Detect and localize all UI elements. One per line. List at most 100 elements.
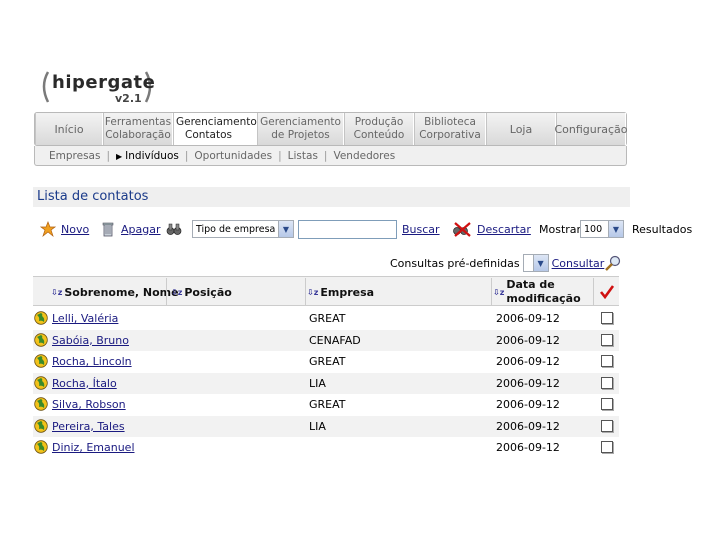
search-input-wrap [298, 218, 397, 240]
tab-label: Gerenciamento [176, 116, 257, 128]
row-checkbox[interactable] [601, 419, 613, 432]
contact-company: LIA [309, 419, 326, 433]
contact-name-link[interactable]: Rocha, Lincoln [52, 355, 132, 368]
tab-label-2: Colaboração [105, 129, 171, 141]
tab-label: Produção [354, 116, 404, 128]
contact-modified-date: 2006-09-12 [496, 441, 560, 454]
col-header-company[interactable]: ⇩z Empresa [307, 277, 374, 307]
sort-icon: ⇩z [307, 287, 319, 297]
predefined-select[interactable]: ▼ [522, 254, 549, 272]
trash-icon [102, 222, 114, 237]
select-value: Tipo de empresa [196, 223, 276, 235]
contact-company: GREAT [309, 398, 346, 411]
row-checkbox[interactable] [601, 376, 613, 389]
subnav-individuos[interactable]: ▶ Indivíduos [110, 150, 185, 162]
type-select-wrap: Tipo de empresa ▼ [192, 218, 294, 240]
consult-link[interactable]: Consultar [552, 257, 605, 270]
col-label-wrap: Data de modificação [506, 278, 580, 306]
page-title: Lista de contatos [37, 189, 149, 204]
contact-modified-date: 2006-09-12 [496, 333, 560, 347]
col-label: Empresa [320, 285, 375, 299]
new-star-icon [40, 221, 56, 237]
predefined-label: Consultas pré-definidas [390, 256, 520, 270]
toolbar: Novo Apagar Tipo de empresa ▼ Buscar Des… [40, 218, 700, 240]
contact-name-link[interactable]: Rocha, Ítalo [52, 377, 117, 390]
new-button[interactable]: Novo [40, 218, 89, 240]
col-label-2: modificação [506, 292, 581, 305]
tab-gerenciamento-contatos[interactable]: Gerenciamento Contatos [173, 113, 257, 145]
subnav-empresas[interactable]: Empresas [43, 150, 106, 162]
row-checkbox[interactable] [601, 441, 613, 453]
contact-name-link[interactable]: Diniz, Emanuel [52, 441, 135, 454]
tab-configuracao[interactable]: Configuração [554, 113, 628, 145]
col-divider [593, 278, 594, 305]
col-divider [166, 278, 167, 305]
delete-link[interactable]: Apagar [121, 223, 161, 236]
discard-link[interactable]: Descartar [477, 223, 531, 236]
search-input[interactable] [298, 219, 397, 239]
tab-label: Início [54, 122, 84, 136]
page: { "logo": {"name": "hipergate", "version… [0, 0, 720, 540]
contact-company: LIA [309, 376, 326, 390]
globe-icon [34, 375, 48, 390]
contact-company: CENAFAD [309, 333, 361, 347]
show-label: Mostrar [539, 222, 582, 236]
page-title-bar: Lista de contatos [33, 187, 630, 207]
subnav-oportunidades[interactable]: Oportunidades [188, 150, 278, 162]
row-checkbox[interactable] [601, 312, 613, 324]
delete-button[interactable]: Apagar [100, 218, 161, 240]
col-header-name[interactable]: ⇩z Sobrenome, Nome [51, 277, 179, 307]
contact-name-link[interactable]: Sabóia, Bruno [52, 334, 129, 347]
sort-icon: ⇩z [171, 287, 183, 297]
row-checkbox[interactable] [601, 355, 613, 367]
subnav-vendedores[interactable]: Vendedores [327, 150, 401, 162]
globe-icon [34, 311, 48, 325]
check-all-icon[interactable] [599, 285, 615, 299]
contact-name-link[interactable]: Silva, Robson [52, 398, 126, 411]
search-button[interactable]: Buscar [402, 218, 440, 240]
sort-icon: ⇩z [493, 287, 505, 297]
discard-button[interactable]: Descartar [452, 218, 531, 240]
tab-loja[interactable]: Loja [486, 113, 556, 145]
col-label: Posição [184, 285, 232, 299]
tab-label: Loja [509, 122, 533, 136]
contact-company: GREAT [309, 355, 346, 368]
col-header-position[interactable]: ⇩z Posição [171, 277, 232, 307]
triangle-right-icon: ▶ [116, 151, 123, 161]
tab-biblioteca-corporativa[interactable]: Biblioteca Corporativa [414, 113, 486, 145]
show-label-wrap: Mostrar [539, 218, 581, 240]
row-checkbox[interactable] [601, 333, 613, 346]
results-count-select[interactable]: 100 ▼ [580, 220, 624, 238]
globe-icon [34, 354, 48, 368]
tab-ferramentas-colaboracao[interactable]: Ferramentas Colaboração [103, 113, 173, 145]
row-checkbox[interactable] [601, 398, 613, 410]
tab-label-2: Conteúdo [353, 129, 405, 141]
globe-icon [34, 418, 48, 433]
globe-icon [34, 332, 48, 347]
table-row: Silva, Robson GREAT 2006-09-12 [33, 394, 619, 415]
tab-label: Ferramentas [104, 116, 172, 128]
col-label: Data de [506, 278, 555, 291]
tab-label-2: Corporativa [419, 129, 481, 141]
contact-modified-date: 2006-09-12 [496, 312, 560, 325]
results-label: Resultados [632, 222, 693, 236]
contact-name-link[interactable]: Lelli, Valéria [52, 312, 118, 325]
search-link[interactable]: Buscar [402, 223, 440, 236]
results-label-wrap: Resultados [632, 218, 692, 240]
tab-producao-conteudo[interactable]: Produção Conteúdo [344, 113, 414, 145]
new-link[interactable]: Novo [61, 223, 89, 236]
logo-name: hipergate [52, 72, 156, 93]
contact-modified-date: 2006-09-12 [496, 376, 560, 390]
tab-gerenciamento-projetos[interactable]: Gerenciamento de Projetos [257, 113, 344, 145]
tab-inicio[interactable]: Início [35, 113, 103, 145]
hipergate-logo: hipergate v2.1 [38, 68, 158, 108]
company-type-select[interactable]: Tipo de empresa ▼ [192, 220, 294, 238]
show-count-wrap: 100 ▼ [580, 218, 624, 240]
sub-nav: Empresas | ▶ Indivíduos | Oportunidades |… [34, 146, 627, 166]
predefined-queries: Consultas pré-definidas ▼ Consultar [390, 253, 622, 273]
contact-name-link[interactable]: Pereira, Tales [52, 420, 125, 433]
subnav-listas[interactable]: Listas [282, 150, 324, 162]
tab-label-2: Contatos [185, 129, 232, 141]
magnifier-icon[interactable] [604, 255, 622, 271]
col-header-date[interactable]: ⇩z Data de modificação [493, 277, 581, 307]
